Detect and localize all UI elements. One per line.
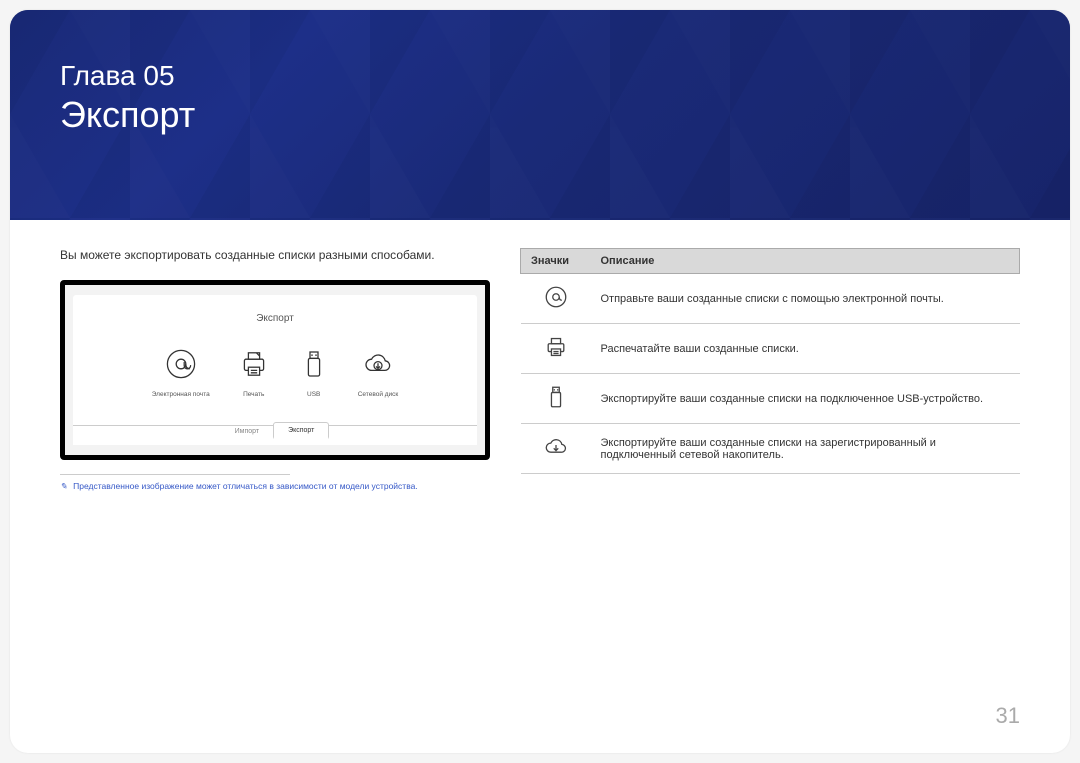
table-desc: Отправьте ваши созданные списки с помощь… [591, 274, 1020, 324]
option-print: Печать [238, 348, 270, 398]
ui-screenshot: Экспорт [60, 280, 490, 460]
footnote-text: Представленное изображение может отличат… [73, 481, 418, 491]
screen-icons-row: Электронная почта [73, 348, 477, 398]
printer-icon [238, 367, 270, 384]
page-number: 31 [996, 703, 1020, 729]
table-desc: Экспортируйте ваши созданные списки на з… [591, 424, 1020, 474]
cloud-download-icon [543, 451, 569, 463]
option-print-label: Печать [238, 391, 270, 398]
note-icon: ✎ [60, 481, 67, 491]
tab-import: Импорт [221, 425, 273, 438]
content-area: Вы можете экспортировать созданные списк… [10, 220, 1070, 492]
tab-export: Экспорт [273, 422, 329, 439]
table-row: Распечатайте ваши созданные списки. [521, 324, 1020, 374]
table-row: Экспортируйте ваши созданные списки на з… [521, 424, 1020, 474]
chapter-title: Экспорт [60, 94, 1020, 136]
right-column: Значки Описание [520, 248, 1020, 492]
chapter-banner: Глава 05 Экспорт [10, 10, 1070, 220]
icon-description-table: Значки Описание [520, 248, 1020, 474]
screen-tabs: Импорт Экспорт [73, 425, 477, 445]
option-usb: USB [298, 348, 330, 398]
option-email-label: Электронная почта [152, 391, 210, 398]
ui-screenshot-inner: Экспорт [73, 295, 477, 445]
usb-icon [298, 367, 330, 384]
table-desc: Экспортируйте ваши созданные списки на п… [591, 374, 1020, 424]
option-network-drive: Сетевой диск [358, 348, 399, 398]
table-row: Экспортируйте ваши созданные списки на п… [521, 374, 1020, 424]
table-desc: Распечатайте ваши созданные списки. [591, 324, 1020, 374]
left-column: Вы можете экспортировать созданные списк… [60, 248, 490, 492]
footnote: ✎ Представленное изображение может отлича… [60, 481, 490, 492]
document-page: Глава 05 Экспорт Вы можете экспортироват… [10, 10, 1070, 753]
intro-text: Вы можете экспортировать созданные списк… [60, 248, 490, 262]
usb-icon [543, 401, 569, 413]
cloud-download-icon [362, 367, 394, 384]
chapter-label: Глава 05 [60, 60, 1020, 92]
at-icon [165, 367, 197, 384]
option-network-label: Сетевой диск [358, 391, 399, 398]
at-icon [543, 301, 569, 313]
table-header-icons: Значки [521, 249, 591, 274]
footnote-divider [60, 474, 290, 475]
table-header-desc: Описание [591, 249, 1020, 274]
printer-icon [543, 351, 569, 363]
option-email: Электронная почта [152, 348, 210, 398]
screen-title: Экспорт [73, 295, 477, 324]
table-row: Отправьте ваши созданные списки с помощь… [521, 274, 1020, 324]
option-usb-label: USB [298, 391, 330, 398]
